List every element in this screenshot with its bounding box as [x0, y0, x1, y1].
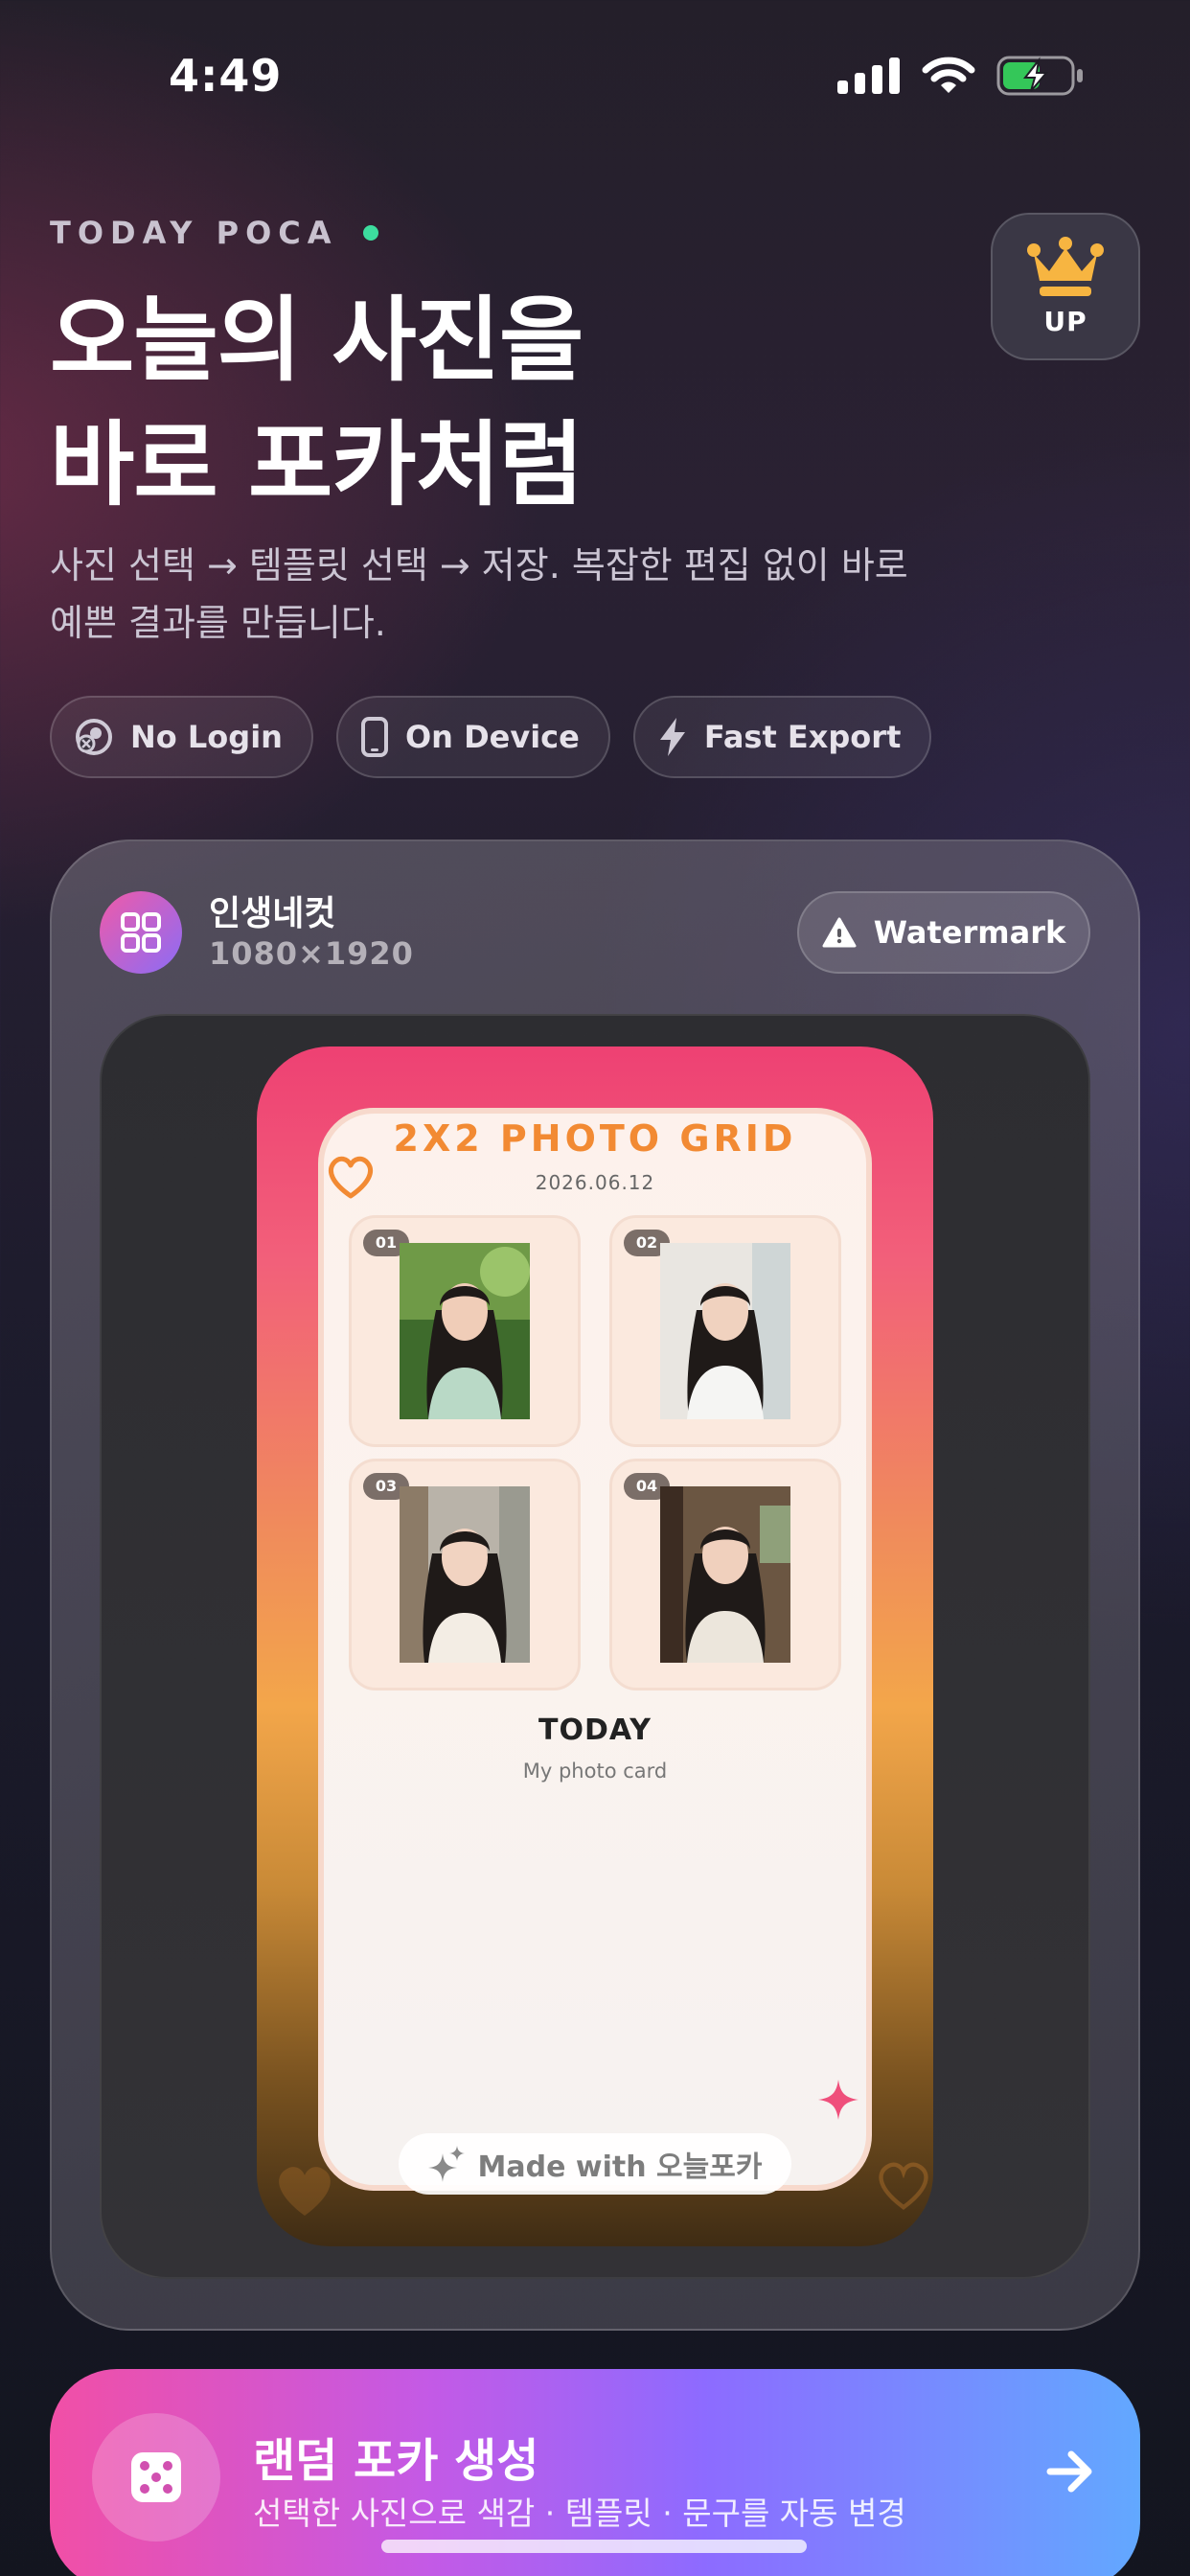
- photo-slot-01[interactable]: 01: [349, 1215, 581, 1447]
- status-icons: [837, 56, 1085, 96]
- signal-icon: [837, 58, 900, 94]
- chip-label: No Login: [130, 719, 283, 755]
- template-grid-icon: [100, 891, 182, 974]
- title-line-2: 바로 포카처럼: [50, 411, 584, 518]
- battery-charging-icon: [996, 56, 1083, 96]
- wifi-icon: [922, 57, 975, 93]
- photocard-caption-title: TODAY: [538, 1714, 652, 1747]
- portrait-photo: [400, 1486, 530, 1663]
- sparkle-icon: [818, 2080, 858, 2120]
- chip-on-device[interactable]: On Device: [335, 696, 610, 778]
- phone-icon: [360, 717, 388, 757]
- bolt-icon: [659, 718, 685, 756]
- portrait-photo: [660, 1486, 790, 1663]
- watermark-label: Watermark: [873, 914, 1066, 951]
- photocard-caption-sub: My photo card: [522, 1760, 668, 1782]
- heart-decoration: [879, 2162, 928, 2210]
- chip-label: On Device: [404, 719, 580, 755]
- feature-chips: No Login On Device Fast Export: [50, 696, 932, 778]
- title-line-1: 오늘의 사진을: [50, 287, 584, 394]
- page-title: 오늘의 사진을 바로 포카처럼: [50, 278, 584, 527]
- sparkles-icon: [427, 2146, 465, 2182]
- home-indicator[interactable]: [381, 2540, 807, 2553]
- made-with-label: Made with 오늘포카: [477, 2150, 763, 2184]
- eyebrow: TODAY POCA: [50, 215, 378, 251]
- template-name: 인생네컷: [209, 894, 336, 933]
- photocard-date: 2026.06.12: [535, 1171, 655, 1194]
- portrait-photo: [660, 1243, 790, 1419]
- upgrade-button[interactable]: UP: [991, 213, 1140, 360]
- photo-slot-04[interactable]: 04: [609, 1459, 841, 1690]
- watermark-button[interactable]: Watermark: [797, 891, 1090, 974]
- page-subtitle: 사진 선택 → 템플릿 선택 → 저장. 복잡한 편집 없이 바로 예쁜 결과를…: [50, 537, 989, 652]
- chip-no-login[interactable]: No Login: [50, 696, 313, 778]
- photo-slot-02[interactable]: 02: [609, 1215, 841, 1447]
- crown-icon: [1027, 236, 1104, 296]
- chip-label: Fast Export: [703, 719, 902, 755]
- warning-triangle-icon: [822, 917, 857, 948]
- subtitle-line-2: 예쁜 결과를 만듭니다.: [50, 602, 386, 644]
- subtitle-line-1: 사진 선택 → 템플릿 선택 → 저장. 복잡한 편집 없이 바로: [50, 544, 908, 586]
- photo-slot-03[interactable]: 03: [349, 1459, 581, 1690]
- status-time: 4:49: [169, 50, 283, 102]
- heart-icon: [328, 1156, 374, 1199]
- made-with-badge: Made with 오늘포카: [399, 2133, 791, 2195]
- chip-fast-export[interactable]: Fast Export: [632, 696, 932, 778]
- cta-subtitle: 선택한 사진으로 색감 · 템플릿 · 문구를 자동 변경: [253, 2495, 906, 2532]
- dice-icon: [92, 2413, 220, 2542]
- eyebrow-label: TODAY POCA: [50, 215, 338, 251]
- upgrade-label: UP: [1043, 305, 1087, 337]
- accent-dot: [362, 225, 378, 241]
- no-login-icon: [76, 719, 112, 755]
- cta-title: 랜덤 포카 생성: [253, 2434, 539, 2488]
- template-size: 1080×1920: [209, 935, 414, 972]
- portrait-photo: [400, 1243, 530, 1419]
- arrow-right-icon: [1046, 2450, 1092, 2493]
- photocard-title: 2X2 PHOTO GRID: [393, 1117, 797, 1160]
